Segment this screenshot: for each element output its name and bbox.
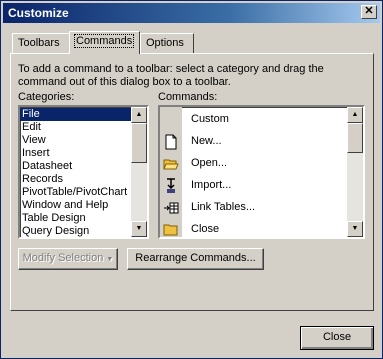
customize-dialog: Customize ✕ Toolbars Commands Options To… xyxy=(0,0,383,359)
category-item-view[interactable]: View xyxy=(20,134,131,147)
category-item-datasheet[interactable]: Datasheet xyxy=(20,160,131,173)
tab-commands[interactable]: Commands xyxy=(69,31,140,54)
command-item-custom[interactable]: Custom xyxy=(160,109,340,131)
category-item-query-design[interactable]: Query Design xyxy=(20,225,131,237)
command-label: Open... xyxy=(191,157,228,169)
command-item-link-tables[interactable]: Link Tables... xyxy=(160,197,340,219)
command-label: Link Tables... xyxy=(191,201,256,213)
command-label: Custom xyxy=(191,113,229,125)
command-label: New... xyxy=(191,135,222,147)
link-tables-icon xyxy=(163,200,179,216)
command-item-open[interactable]: Open... xyxy=(160,153,340,175)
modify-selection-button[interactable]: Modify Selection ▼ xyxy=(18,248,118,270)
import-icon xyxy=(163,178,179,194)
tab-options[interactable]: Options xyxy=(140,33,194,53)
category-item-table-design[interactable]: Table Design xyxy=(20,212,131,225)
category-item-insert[interactable]: Insert xyxy=(20,147,131,160)
commands-list[interactable]: Custom New... Open... Import... Link Tab xyxy=(158,105,365,239)
commands-scroll-thumb[interactable] xyxy=(347,123,363,153)
category-item-pivottable[interactable]: PivotTable/PivotChart xyxy=(20,186,131,199)
chevron-down-icon: ▼ xyxy=(106,256,114,263)
category-item-window-help[interactable]: Window and Help xyxy=(20,199,131,212)
commands-scroll-down-button[interactable]: ▼ xyxy=(347,221,363,237)
command-item-import[interactable]: Import... xyxy=(160,175,340,197)
categories-list[interactable]: File Edit View Insert Datasheet Records … xyxy=(18,105,149,239)
command-item-close[interactable]: Close xyxy=(160,219,340,237)
window-title: Customize xyxy=(8,6,69,20)
categories-scroll-thumb[interactable] xyxy=(131,123,147,163)
commands-label: Commands: xyxy=(158,91,218,103)
command-label: Close xyxy=(191,223,220,235)
close-button[interactable]: Close xyxy=(300,326,374,350)
command-label: Import... xyxy=(191,179,232,191)
close-folder-icon xyxy=(163,222,179,237)
close-button-label: Close xyxy=(322,331,352,343)
window-close-button[interactable]: ✕ xyxy=(361,5,377,19)
category-item-file[interactable]: File xyxy=(20,108,131,121)
rearrange-commands-button[interactable]: Rearrange Commands... xyxy=(127,248,264,270)
tab-toolbars-label: Toolbars xyxy=(18,37,60,49)
new-document-icon xyxy=(163,134,179,150)
title-bar[interactable]: Customize ✕ xyxy=(3,3,380,23)
command-item-new[interactable]: New... xyxy=(160,131,340,153)
commands-scrollbar[interactable]: ▲ ▼ xyxy=(347,107,363,237)
categories-scroll-up-button[interactable]: ▲ xyxy=(131,107,147,123)
category-item-records[interactable]: Records xyxy=(20,173,131,186)
modify-selection-label: Modify Selection xyxy=(22,252,104,264)
categories-label: Categories: xyxy=(18,91,75,103)
rearrange-commands-label: Rearrange Commands... xyxy=(135,252,256,264)
category-item-edit[interactable]: Edit xyxy=(20,121,131,134)
instruction-text: To add a command to a toolbar: select a … xyxy=(18,63,324,88)
tab-toolbars[interactable]: Toolbars xyxy=(12,33,70,53)
open-folder-icon xyxy=(163,156,179,172)
categories-scroll-down-button[interactable]: ▼ xyxy=(131,221,147,237)
tab-options-label: Options xyxy=(146,37,184,49)
commands-scroll-up-button[interactable]: ▲ xyxy=(347,107,363,123)
tab-commands-label: Commands xyxy=(73,34,135,48)
categories-scrollbar[interactable]: ▲ ▼ xyxy=(131,107,147,237)
